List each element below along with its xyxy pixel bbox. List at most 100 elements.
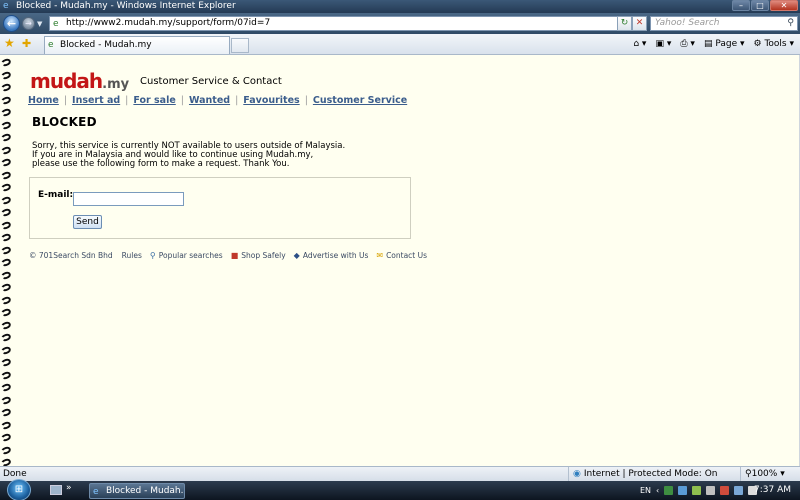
- status-bar: Done ◉ Internet | Protected Mode: On ⚲100…: [0, 466, 800, 481]
- navigation-bar: ← → ▼ e http://www2.mudah.my/support/for…: [0, 13, 800, 34]
- nav-link-wanted[interactable]: Wanted: [189, 95, 230, 106]
- spiral-ring: [0, 332, 12, 343]
- nav-link-for-sale[interactable]: For sale: [133, 95, 175, 106]
- quick-launch-more-icon[interactable]: »: [66, 483, 72, 493]
- spiral-ring: [0, 195, 12, 205]
- page-menu[interactable]: ▤ Page ▾: [704, 37, 745, 52]
- site-logo[interactable]: mudah.my: [30, 69, 129, 93]
- spiral-ring: [0, 282, 12, 293]
- spiral-ring: [0, 320, 12, 330]
- taskbar: ⊞ » e Blocked - Mudah.m... EN ‹ 7:37 AM: [0, 479, 800, 500]
- spiral-ring: [0, 432, 12, 443]
- blocked-title: BLOCKED: [32, 115, 97, 129]
- footer-link-contact-us[interactable]: ✉ Contact Us: [376, 251, 427, 260]
- print-icon[interactable]: ⎙ ▾: [680, 37, 695, 52]
- envelope-icon: ✉: [376, 251, 384, 260]
- address-bar[interactable]: e http://www2.mudah.my/support/form/07id…: [49, 16, 645, 31]
- tab-page-icon: e: [48, 40, 54, 50]
- close-button[interactable]: ✕: [770, 0, 798, 11]
- megaphone-icon: ◆: [293, 251, 300, 260]
- show-desktop-icon[interactable]: [50, 485, 62, 495]
- add-favorite-icon[interactable]: ✚: [22, 37, 31, 50]
- home-icon[interactable]: ⌂ ▾: [633, 37, 646, 52]
- spiral-ring: [0, 382, 12, 393]
- spiral-ring: [0, 232, 12, 243]
- system-tray: EN ‹: [640, 483, 758, 498]
- back-button[interactable]: ←: [3, 15, 20, 32]
- maximize-button[interactable]: □: [751, 0, 769, 11]
- nav-link-home[interactable]: Home: [28, 95, 59, 106]
- magnifier-icon: ⚲: [149, 251, 156, 260]
- window-titlebar: e Blocked - Mudah.my - Windows Internet …: [0, 0, 800, 13]
- spiral-ring: [0, 57, 12, 68]
- spiral-ring: [0, 295, 12, 305]
- spiral-ring: [0, 270, 12, 280]
- address-url: http://www2.mudah.my/support/form/07id=7: [66, 18, 271, 28]
- spiral-ring: [0, 120, 12, 130]
- site-footer: © 701Search Sdn Bhd Rules ⚲ Popular searc…: [29, 251, 435, 260]
- browser-tab[interactable]: e Blocked - Mudah.my: [44, 36, 230, 54]
- nav-link-insert-ad[interactable]: Insert ad: [72, 95, 120, 106]
- history-dropdown-icon[interactable]: ▼: [37, 20, 42, 28]
- spiral-ring: [0, 132, 12, 143]
- ie-icon: e: [3, 1, 9, 11]
- copyright: © 701Search Sdn Bhd: [29, 251, 113, 260]
- request-form: E-mail: Send: [29, 177, 411, 239]
- tray-icon[interactable]: [664, 486, 674, 495]
- tray-expand-icon[interactable]: ‹: [656, 483, 659, 498]
- nav-link-customer-service[interactable]: Customer Service: [313, 95, 407, 106]
- lock-icon: ■: [230, 251, 239, 260]
- favorites-center-icon[interactable]: ★: [4, 37, 15, 50]
- clock[interactable]: 7:37 AM: [754, 483, 791, 498]
- footer-link-shop-safely[interactable]: ■ Shop Safely: [231, 251, 286, 260]
- footer-link-advertise[interactable]: ◆ Advertise with Us: [294, 251, 369, 260]
- spiral-ring: [0, 257, 12, 268]
- send-button[interactable]: Send: [73, 215, 102, 229]
- spiral-binding: [0, 55, 14, 466]
- spiral-ring: [0, 245, 12, 255]
- tools-menu[interactable]: ⚙ Tools ▾: [754, 37, 795, 52]
- nav-link-favourites[interactable]: Favourites: [243, 95, 299, 106]
- stop-button[interactable]: ✕: [632, 16, 647, 31]
- taskbar-window-button[interactable]: e Blocked - Mudah.m...: [89, 483, 185, 499]
- nav-separator: |: [180, 95, 184, 106]
- search-input[interactable]: Yahoo! Search ⚲: [650, 16, 798, 31]
- spiral-ring: [0, 157, 12, 168]
- email-label: E-mail:: [38, 190, 74, 200]
- spiral-ring: [0, 220, 12, 230]
- tray-icon[interactable]: [678, 486, 688, 495]
- spiral-ring: [0, 207, 12, 218]
- page-heading: Customer Service & Contact: [140, 76, 282, 87]
- start-button[interactable]: ⊞: [7, 479, 31, 500]
- tray-icon[interactable]: [692, 486, 702, 495]
- zoom-level[interactable]: ⚲100% ▾: [740, 467, 785, 481]
- email-field[interactable]: [73, 192, 184, 206]
- footer-link-popular-searches[interactable]: ⚲ Popular searches: [150, 251, 223, 260]
- spiral-ring: [0, 457, 12, 466]
- spiral-ring: [0, 357, 12, 368]
- security-zone[interactable]: ◉ Internet | Protected Mode: On: [568, 467, 738, 481]
- window-title: Blocked - Mudah.my - Windows Internet Ex…: [16, 1, 236, 11]
- feeds-icon[interactable]: ▣ ▾: [655, 37, 671, 52]
- footer-link-rules[interactable]: Rules: [122, 251, 142, 260]
- tray-icon[interactable]: [706, 486, 716, 495]
- ie-icon: e: [93, 487, 99, 497]
- refresh-button[interactable]: ↻: [617, 16, 632, 31]
- spiral-ring: [0, 307, 12, 318]
- tray-icon[interactable]: [720, 486, 730, 495]
- spiral-ring: [0, 445, 12, 455]
- globe-icon: ◉: [573, 469, 581, 479]
- minimize-button[interactable]: –: [732, 0, 750, 11]
- new-tab-button[interactable]: [231, 38, 249, 53]
- language-indicator[interactable]: EN: [640, 483, 651, 498]
- command-bar: ★ ✚ e Blocked - Mudah.my ⌂ ▾ ▣ ▾ ⎙ ▾ ▤ P…: [0, 34, 800, 55]
- spiral-ring: [0, 182, 12, 193]
- spiral-ring: [0, 370, 12, 380]
- nav-separator: |: [304, 95, 308, 106]
- spiral-ring: [0, 107, 12, 118]
- page-icon: e: [53, 19, 59, 29]
- network-icon[interactable]: [734, 486, 744, 495]
- search-icon[interactable]: ⚲: [787, 17, 794, 30]
- spiral-ring: [0, 95, 12, 105]
- forward-button[interactable]: →: [22, 17, 35, 30]
